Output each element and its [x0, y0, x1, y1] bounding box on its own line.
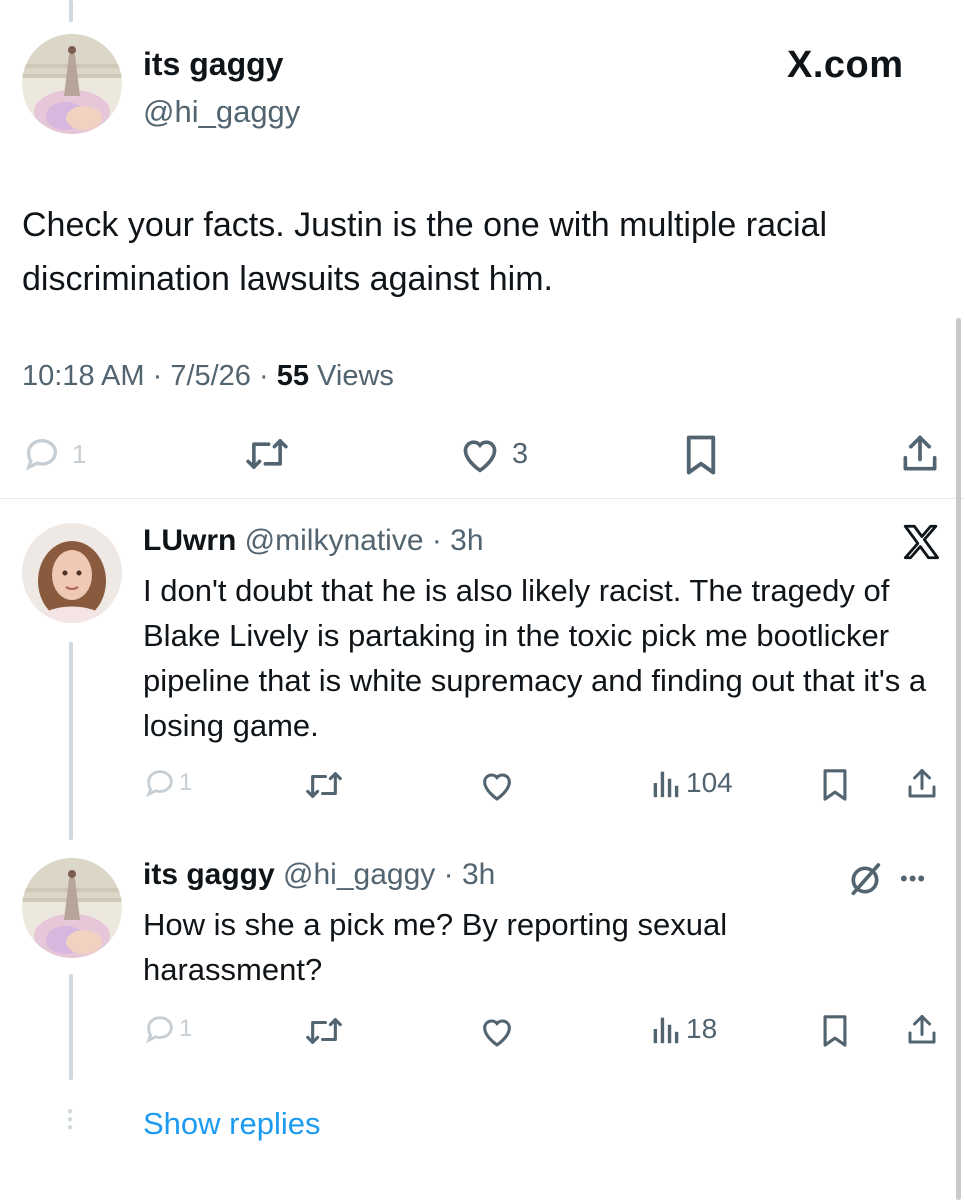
reply-button[interactable]: 1 — [22, 434, 86, 474]
meta-separator: · — [144, 360, 171, 392]
like-icon — [483, 1019, 511, 1047]
x-logo-icon[interactable] — [900, 521, 942, 563]
views-label: Views — [309, 360, 394, 392]
share-button[interactable] — [904, 1012, 940, 1048]
bookmark-button[interactable] — [820, 1014, 850, 1048]
share-button[interactable] — [904, 766, 940, 802]
retweet-button[interactable] — [304, 1014, 344, 1048]
reply-header: LUwrn @milkynative · 3h — [143, 524, 484, 558]
like-icon — [483, 773, 511, 801]
reply-count: 1 — [179, 1015, 193, 1042]
reply-icon — [146, 1016, 173, 1044]
retweet-icon — [306, 1018, 342, 1044]
bookmark-icon — [823, 1015, 847, 1047]
tweet-meta: 10:18 AM · 7/5/26 · 55 Views — [22, 360, 394, 393]
reply-button[interactable]: 1 — [143, 1012, 192, 1046]
share-icon — [908, 1015, 936, 1044]
views-button[interactable]: 104 — [650, 766, 733, 800]
reply-time[interactable]: · 3h — [435, 858, 496, 891]
avatar[interactable] — [22, 34, 122, 134]
more-icon[interactable]: ••• — [900, 866, 926, 892]
thread-line — [69, 974, 73, 1080]
like-icon — [463, 440, 497, 473]
brand-text: X.com — [787, 44, 904, 86]
reply-icon — [146, 770, 173, 798]
handle[interactable]: @hi_gaggy — [143, 94, 300, 130]
divider — [0, 498, 965, 499]
tweet-date[interactable]: 7/5/26 — [170, 360, 251, 392]
like-button[interactable] — [478, 1014, 516, 1048]
reply-text: How is she a pick me? By reporting sexua… — [143, 907, 728, 987]
like-button[interactable] — [478, 768, 516, 802]
views-icon — [653, 771, 679, 798]
meta-separator: · — [250, 360, 277, 392]
display-name[interactable]: LUwrn — [143, 524, 236, 557]
handle[interactable]: @hi_gaggy — [283, 858, 435, 891]
retweet-icon — [306, 772, 342, 798]
bookmark-icon — [686, 435, 716, 475]
retweet-icon — [246, 439, 288, 469]
share-button[interactable] — [898, 432, 942, 476]
dotted-thread-connector: ● ● ● — [67, 1106, 74, 1133]
bookmark-icon — [823, 769, 847, 801]
avatar[interactable] — [22, 858, 122, 958]
scrollbar[interactable] — [956, 318, 961, 1200]
brand-logo: X.com — [787, 44, 904, 87]
display-name[interactable]: its gaggy — [143, 46, 283, 83]
views-button[interactable]: 18 — [650, 1012, 717, 1046]
like-count: 3 — [512, 437, 529, 470]
thread-line — [69, 642, 73, 840]
tweet-time[interactable]: 10:18 AM — [22, 360, 145, 392]
views-icon — [653, 1017, 679, 1044]
views-count: 18 — [686, 1013, 718, 1044]
reply-time[interactable]: · 3h — [424, 524, 484, 557]
reply-text: I don't doubt that he is also likely rac… — [143, 573, 927, 743]
reply-header: its gaggy @hi_gaggy · 3h — [143, 858, 495, 892]
tweet-text: Check your facts. Justin is the one with… — [22, 206, 828, 298]
retweet-button[interactable] — [244, 434, 290, 474]
share-icon — [908, 769, 936, 798]
reply-icon — [25, 438, 58, 471]
display-name[interactable]: its gaggy — [143, 858, 275, 891]
bookmark-button[interactable] — [820, 768, 850, 802]
views-count: 55 — [276, 360, 309, 392]
thread-line-top — [69, 0, 73, 22]
share-icon — [903, 435, 937, 471]
reply-count: 1 — [72, 438, 87, 469]
reply-count: 1 — [179, 769, 193, 796]
avatar[interactable] — [22, 523, 122, 623]
grok-slash-icon[interactable] — [845, 860, 885, 900]
reply-button[interactable]: 1 — [143, 766, 192, 800]
show-replies-link[interactable]: Show replies — [143, 1106, 320, 1142]
bookmark-button[interactable] — [682, 434, 720, 476]
retweet-button[interactable] — [304, 768, 344, 802]
views-count: 104 — [686, 767, 733, 798]
handle[interactable]: @milkynative — [245, 524, 424, 557]
like-button[interactable]: 3 — [458, 434, 528, 474]
